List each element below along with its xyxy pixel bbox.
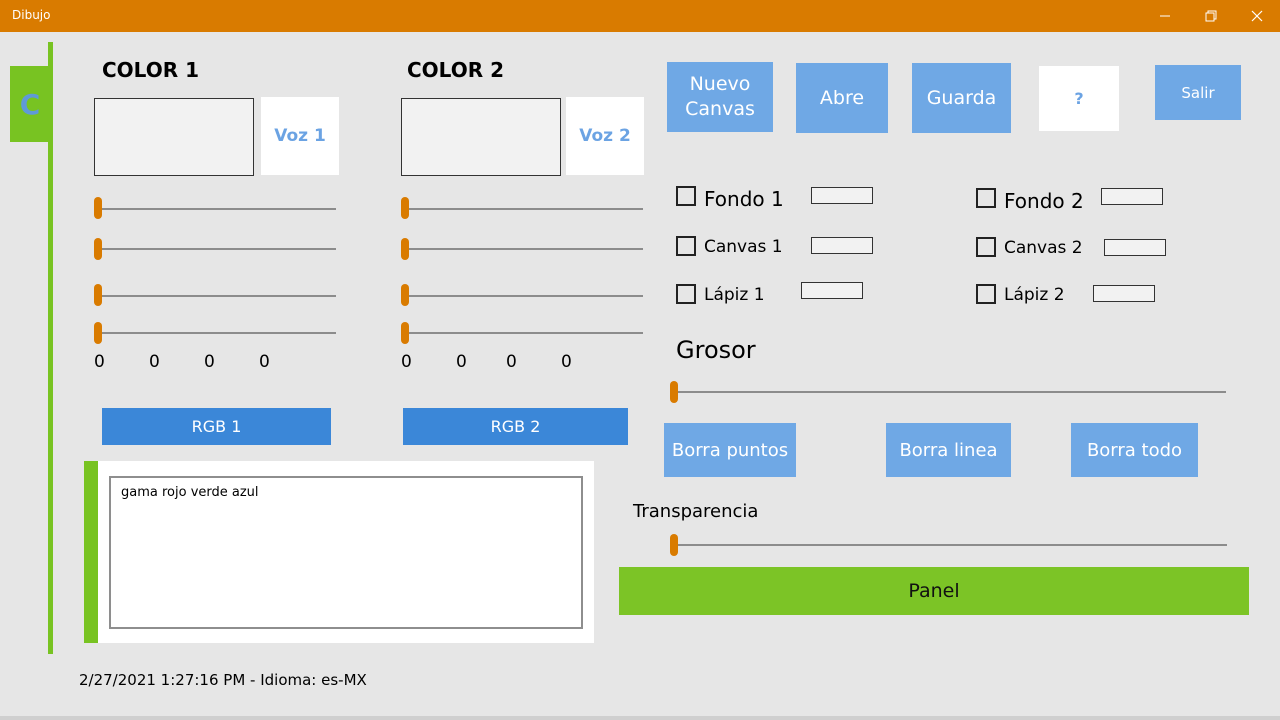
color2-value-2: 0: [456, 352, 467, 372]
fondo2-color-box: [1101, 188, 1163, 205]
color2-slider-2-thumb[interactable]: [401, 238, 409, 260]
transparencia-label: Transparencia: [633, 501, 759, 522]
color1-slider-3-track: [97, 295, 336, 297]
restore-button[interactable]: [1188, 0, 1234, 32]
color2-slider-1-thumb[interactable]: [401, 197, 409, 219]
text-panel-accent: [84, 461, 98, 643]
color1-heading: COLOR 1: [102, 58, 199, 82]
rgb1-button[interactable]: RGB 1: [102, 408, 331, 445]
color2-slider-4-track: [404, 332, 643, 334]
color1-value-2: 0: [149, 352, 160, 372]
canvas2-checkbox[interactable]: [976, 237, 996, 257]
color1-swatch: [94, 98, 254, 176]
side-menu-tab[interactable]: C: [10, 66, 50, 142]
borra-linea-button[interactable]: Borra linea: [886, 423, 1011, 477]
status-text: 2/27/2021 1:27:16 PM - Idioma: es-MX: [79, 671, 367, 689]
salir-button[interactable]: Salir: [1155, 65, 1241, 120]
color1-slider-2-track: [97, 248, 336, 250]
color2-slider-1-track: [404, 208, 643, 210]
lapiz1-label: Lápiz 1: [704, 285, 765, 305]
color2-slider-4-thumb[interactable]: [401, 322, 409, 344]
color1-value-1: 0: [94, 352, 105, 372]
color2-slider-2-track: [404, 248, 643, 250]
color2-swatch: [401, 98, 561, 176]
guarda-button[interactable]: Guarda: [912, 63, 1011, 133]
borra-puntos-button[interactable]: Borra puntos: [664, 423, 796, 477]
title-bar: [0, 0, 1280, 32]
commands-textarea[interactable]: gama rojo verde azul: [109, 476, 583, 629]
fondo1-label: Fondo 1: [704, 187, 784, 211]
transparencia-slider-thumb[interactable]: [670, 534, 678, 556]
transparencia-slider-track: [674, 544, 1227, 546]
borra-todo-button[interactable]: Borra todo: [1071, 423, 1198, 477]
close-button[interactable]: [1234, 0, 1280, 32]
color1-slider-2-thumb[interactable]: [94, 238, 102, 260]
panel-button[interactable]: Panel: [619, 567, 1249, 615]
fondo2-checkbox[interactable]: [976, 188, 996, 208]
color1-slider-1-thumb[interactable]: [94, 197, 102, 219]
canvas2-color-box: [1104, 239, 1166, 256]
minimize-button[interactable]: [1142, 0, 1188, 32]
color2-value-3: 0: [506, 352, 517, 372]
canvas1-checkbox[interactable]: [676, 236, 696, 256]
color1-slider-3-thumb[interactable]: [94, 284, 102, 306]
lapiz2-checkbox[interactable]: [976, 284, 996, 304]
window-title: Dibujo: [12, 8, 51, 22]
voz1-button[interactable]: Voz 1: [261, 97, 339, 175]
color1-value-4: 0: [259, 352, 270, 372]
color2-slider-3-track: [404, 295, 643, 297]
help-button[interactable]: ?: [1039, 66, 1119, 131]
lapiz2-color-box: [1093, 285, 1155, 302]
color2-value-4: 0: [561, 352, 572, 372]
nuevo-canvas-button[interactable]: Nuevo Canvas: [667, 62, 773, 132]
lapiz2-label: Lápiz 2: [1004, 285, 1065, 305]
bottom-border: [0, 716, 1280, 720]
color1-slider-1-track: [97, 208, 336, 210]
minimize-icon: [1160, 15, 1170, 17]
grosor-label: Grosor: [676, 336, 756, 364]
canvas1-label: Canvas 1: [704, 237, 783, 257]
fondo1-checkbox[interactable]: [676, 186, 696, 206]
color2-value-1: 0: [401, 352, 412, 372]
close-icon: [1251, 10, 1263, 22]
grosor-slider-thumb[interactable]: [670, 381, 678, 403]
canvas1-color-box: [811, 237, 873, 254]
grosor-slider-track: [674, 391, 1226, 393]
restore-icon: [1205, 10, 1217, 22]
color1-value-3: 0: [204, 352, 215, 372]
color2-slider-3-thumb[interactable]: [401, 284, 409, 306]
color2-heading: COLOR 2: [407, 58, 504, 82]
fondo2-label: Fondo 2: [1004, 189, 1084, 213]
rgb2-button[interactable]: RGB 2: [403, 408, 628, 445]
c-icon: C: [19, 87, 41, 121]
voz2-button[interactable]: Voz 2: [566, 97, 644, 175]
color1-slider-4-thumb[interactable]: [94, 322, 102, 344]
canvas2-label: Canvas 2: [1004, 238, 1083, 258]
lapiz1-color-box: [801, 282, 863, 299]
fondo1-color-box: [811, 187, 873, 204]
color1-slider-4-track: [97, 332, 336, 334]
abre-button[interactable]: Abre: [796, 63, 888, 133]
lapiz1-checkbox[interactable]: [676, 284, 696, 304]
